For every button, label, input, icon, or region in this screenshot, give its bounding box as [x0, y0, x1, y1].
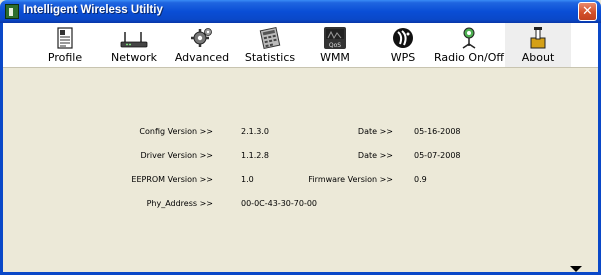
driver-date-value: 05-07-2008	[414, 151, 461, 160]
tab-statistics-label: Statistics	[244, 51, 296, 64]
about-panel: Config Version >> 2.1.3.0 Date >> 05-16-…	[3, 67, 598, 272]
firmware-version-value: 0.9	[414, 175, 427, 184]
tab-statistics[interactable]: Statistics	[242, 23, 298, 67]
firmware-version-label: Firmware Version >>	[308, 175, 393, 184]
tab-network-label: Network	[111, 51, 157, 64]
window-title: Intelligent Wireless Utiltiy	[23, 4, 163, 16]
tab-network[interactable]: Network	[106, 23, 162, 67]
svg-text:QoS: QoS	[329, 42, 341, 49]
driver-version-value: 1.1.2.8	[241, 151, 269, 160]
tab-radio-label: Radio On/Off	[434, 51, 504, 64]
tab-about[interactable]: About	[505, 23, 571, 67]
tab-radio-on-off[interactable]: Radio On/Off	[433, 23, 505, 67]
eeprom-version-label: EEPROM Version >>	[131, 175, 213, 184]
network-icon	[120, 32, 148, 48]
config-version-label: Config Version >>	[139, 127, 213, 136]
config-version-value: 2.1.3.0	[241, 127, 269, 136]
phy-address-label: Phy_Address >>	[146, 199, 213, 208]
tab-about-label: About	[521, 51, 555, 64]
tab-profile[interactable]: Profile	[43, 23, 87, 67]
profile-icon	[57, 27, 73, 49]
tab-advanced-label: Advanced	[174, 51, 230, 64]
about-icon	[530, 27, 546, 49]
phy-address-value: 00-0C-43-30-70-00	[241, 199, 318, 208]
close-button[interactable]: ✕	[578, 2, 597, 21]
statistics-icon	[259, 26, 281, 50]
toolbar: Profile Network Advanced Statistics QoS …	[3, 23, 598, 67]
tab-wmm[interactable]: QoS WMM	[315, 23, 355, 67]
driver-version-label: Driver Version >>	[140, 151, 213, 160]
app-icon	[5, 4, 19, 19]
radio-icon	[462, 27, 476, 49]
driver-date-label: Date >>	[357, 151, 393, 160]
wps-icon	[393, 28, 413, 48]
tab-advanced[interactable]: Advanced	[173, 23, 231, 67]
title-bar: Intelligent Wireless Utiltiy ✕	[0, 0, 601, 23]
config-date-label: Date >>	[357, 127, 393, 136]
gear-icon	[191, 28, 212, 47]
tab-wmm-label: WMM	[320, 51, 350, 64]
config-date-value: 05-16-2008	[414, 127, 461, 136]
tab-profile-label: Profile	[47, 51, 83, 64]
tab-wps-label: WPS	[390, 51, 416, 64]
wmm-icon: QoS	[324, 27, 346, 49]
tab-wps[interactable]: WPS	[383, 23, 423, 67]
eeprom-version-value: 1.0	[241, 175, 254, 184]
